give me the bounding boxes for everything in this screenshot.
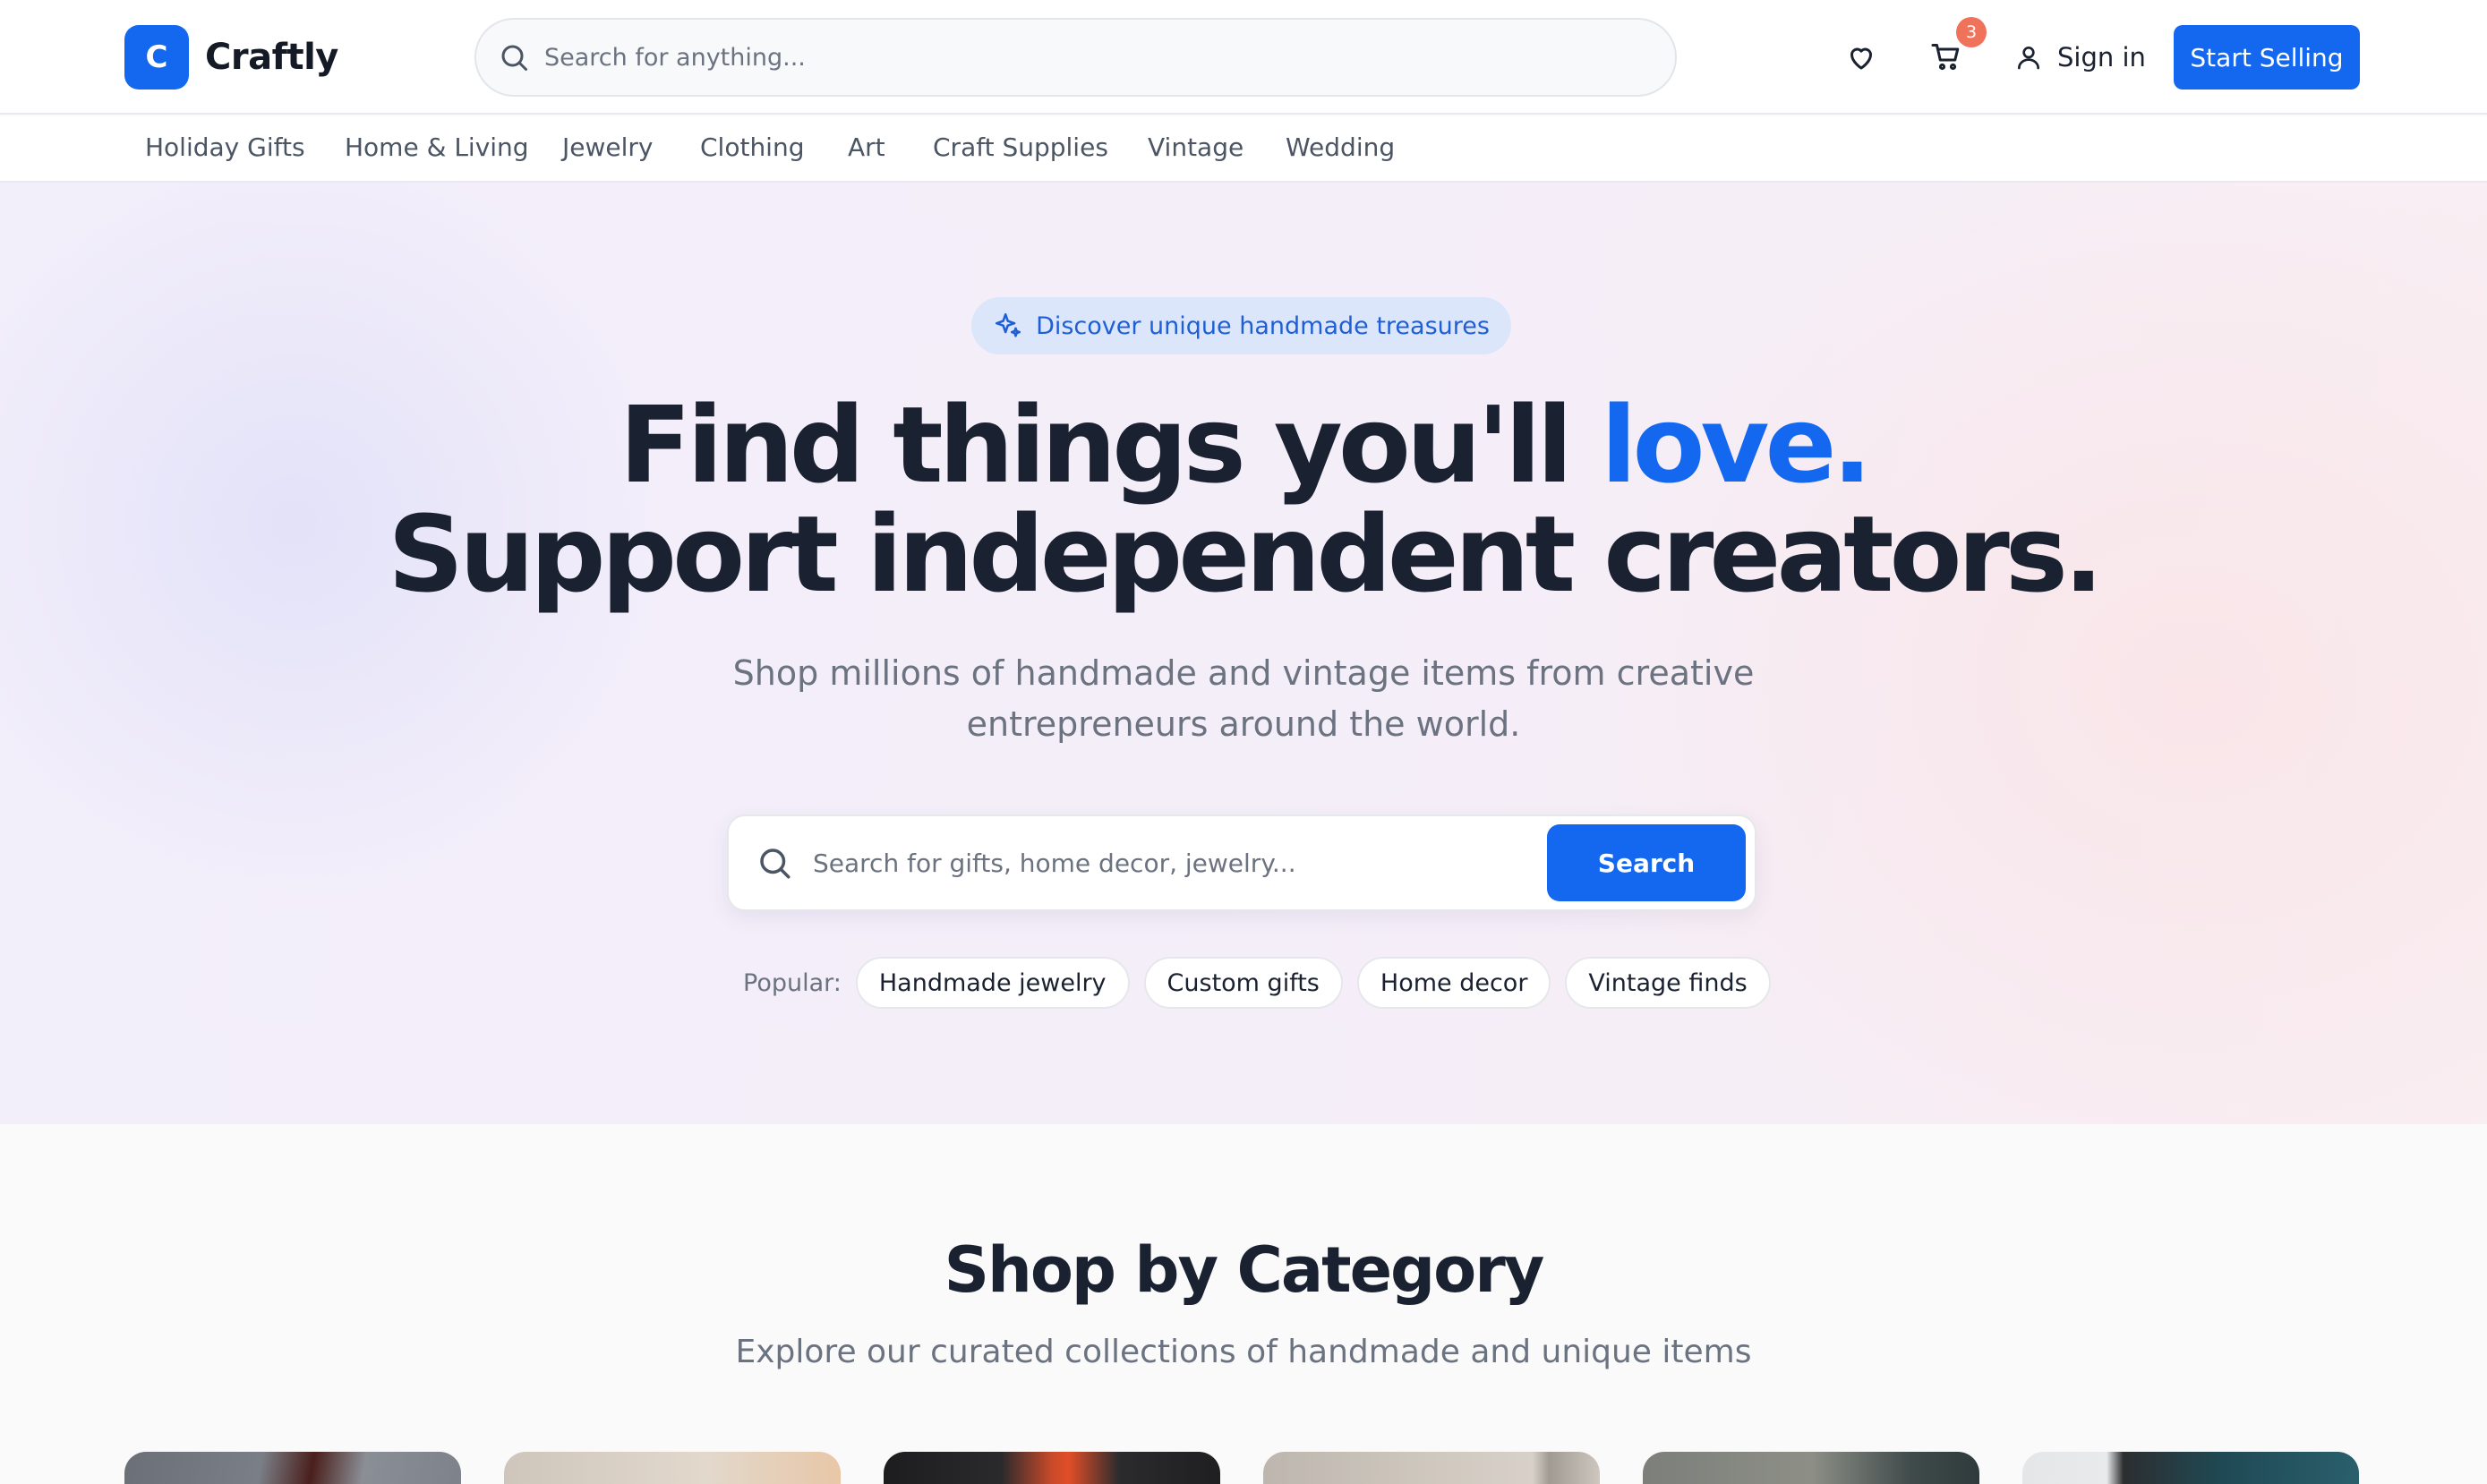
site-header: C Craftly 3 Sign in Start Selling xyxy=(0,0,2487,115)
category-card-image[interactable] xyxy=(884,1452,1220,1484)
hero-badge-text: Discover unique handmade treasures xyxy=(1036,311,1490,340)
sparkle-icon xyxy=(996,312,1021,337)
nav-item-jewelry[interactable]: Jewelry xyxy=(562,132,653,162)
nav-item-clothing[interactable]: Clothing xyxy=(700,132,804,162)
header-search-input[interactable] xyxy=(544,43,1619,72)
category-card-image[interactable] xyxy=(1263,1452,1600,1484)
hero-badge: Discover unique handmade treasures xyxy=(971,297,1511,354)
brand-logo[interactable]: C Craftly xyxy=(124,25,338,90)
search-icon xyxy=(501,45,527,71)
category-card-image[interactable] xyxy=(2022,1452,2359,1484)
heart-icon xyxy=(1850,47,1872,70)
search-icon xyxy=(760,849,791,879)
cart-count-badge: 3 xyxy=(1956,17,1987,47)
signin-label: Sign in xyxy=(2057,42,2146,72)
popular-tag[interactable]: Handmade jewelry xyxy=(855,957,1130,1009)
category-card-image[interactable] xyxy=(504,1452,841,1484)
search-button[interactable]: Search xyxy=(1547,824,1746,901)
logo-mark: C xyxy=(124,25,189,90)
nav-item-holiday-gifts[interactable]: Holiday Gifts xyxy=(145,132,305,162)
nav-item-wedding[interactable]: Wedding xyxy=(1286,132,1395,162)
nav-item-craft-supplies[interactable]: Craft Supplies xyxy=(933,132,1108,162)
popular-searches: Popular: Handmade jewelry Custom gifts H… xyxy=(743,956,1785,1010)
hero-title-accent: love. xyxy=(1601,383,1872,507)
header-search[interactable] xyxy=(474,18,1677,97)
nav-item-home-living[interactable]: Home & Living xyxy=(345,132,529,162)
category-card-image[interactable] xyxy=(1643,1452,1979,1484)
hero-title-line2: Support independent creators. xyxy=(388,492,2104,616)
hero-section: Discover unique handmade treasures Find … xyxy=(0,183,2487,1124)
nav-item-art[interactable]: Art xyxy=(848,132,885,162)
category-nav: Holiday Gifts Home & Living Jewelry Clot… xyxy=(0,116,2487,183)
category-section-subtitle: Explore our curated collections of handm… xyxy=(735,1334,1752,1370)
nav-item-vintage[interactable]: Vintage xyxy=(1148,132,1244,162)
category-card-image[interactable] xyxy=(124,1452,461,1484)
hero-search-input[interactable] xyxy=(813,848,1511,878)
popular-tag[interactable]: Vintage finds xyxy=(1565,957,1771,1009)
hero-title-line1: Find things you'll xyxy=(619,383,1602,507)
hero-search-bar[interactable]: Search xyxy=(727,814,1756,911)
brand-name: Craftly xyxy=(205,37,338,78)
cart-icon xyxy=(1931,44,1960,71)
start-selling-button[interactable]: Start Selling xyxy=(2174,25,2360,90)
popular-label: Popular: xyxy=(743,968,842,997)
popular-tag[interactable]: Custom gifts xyxy=(1143,957,1343,1009)
hero-title: Find things you'll love. Support indepen… xyxy=(0,390,2487,609)
signin-link[interactable]: Sign in xyxy=(2014,36,2146,79)
user-icon xyxy=(2018,47,2039,70)
hero-subtitle: Shop millions of handmade and vintage it… xyxy=(732,653,1755,744)
popular-tag[interactable]: Home decor xyxy=(1356,957,1551,1009)
category-section-title: Shop by Category xyxy=(944,1233,1545,1307)
wishlist-button[interactable] xyxy=(1840,36,1883,79)
